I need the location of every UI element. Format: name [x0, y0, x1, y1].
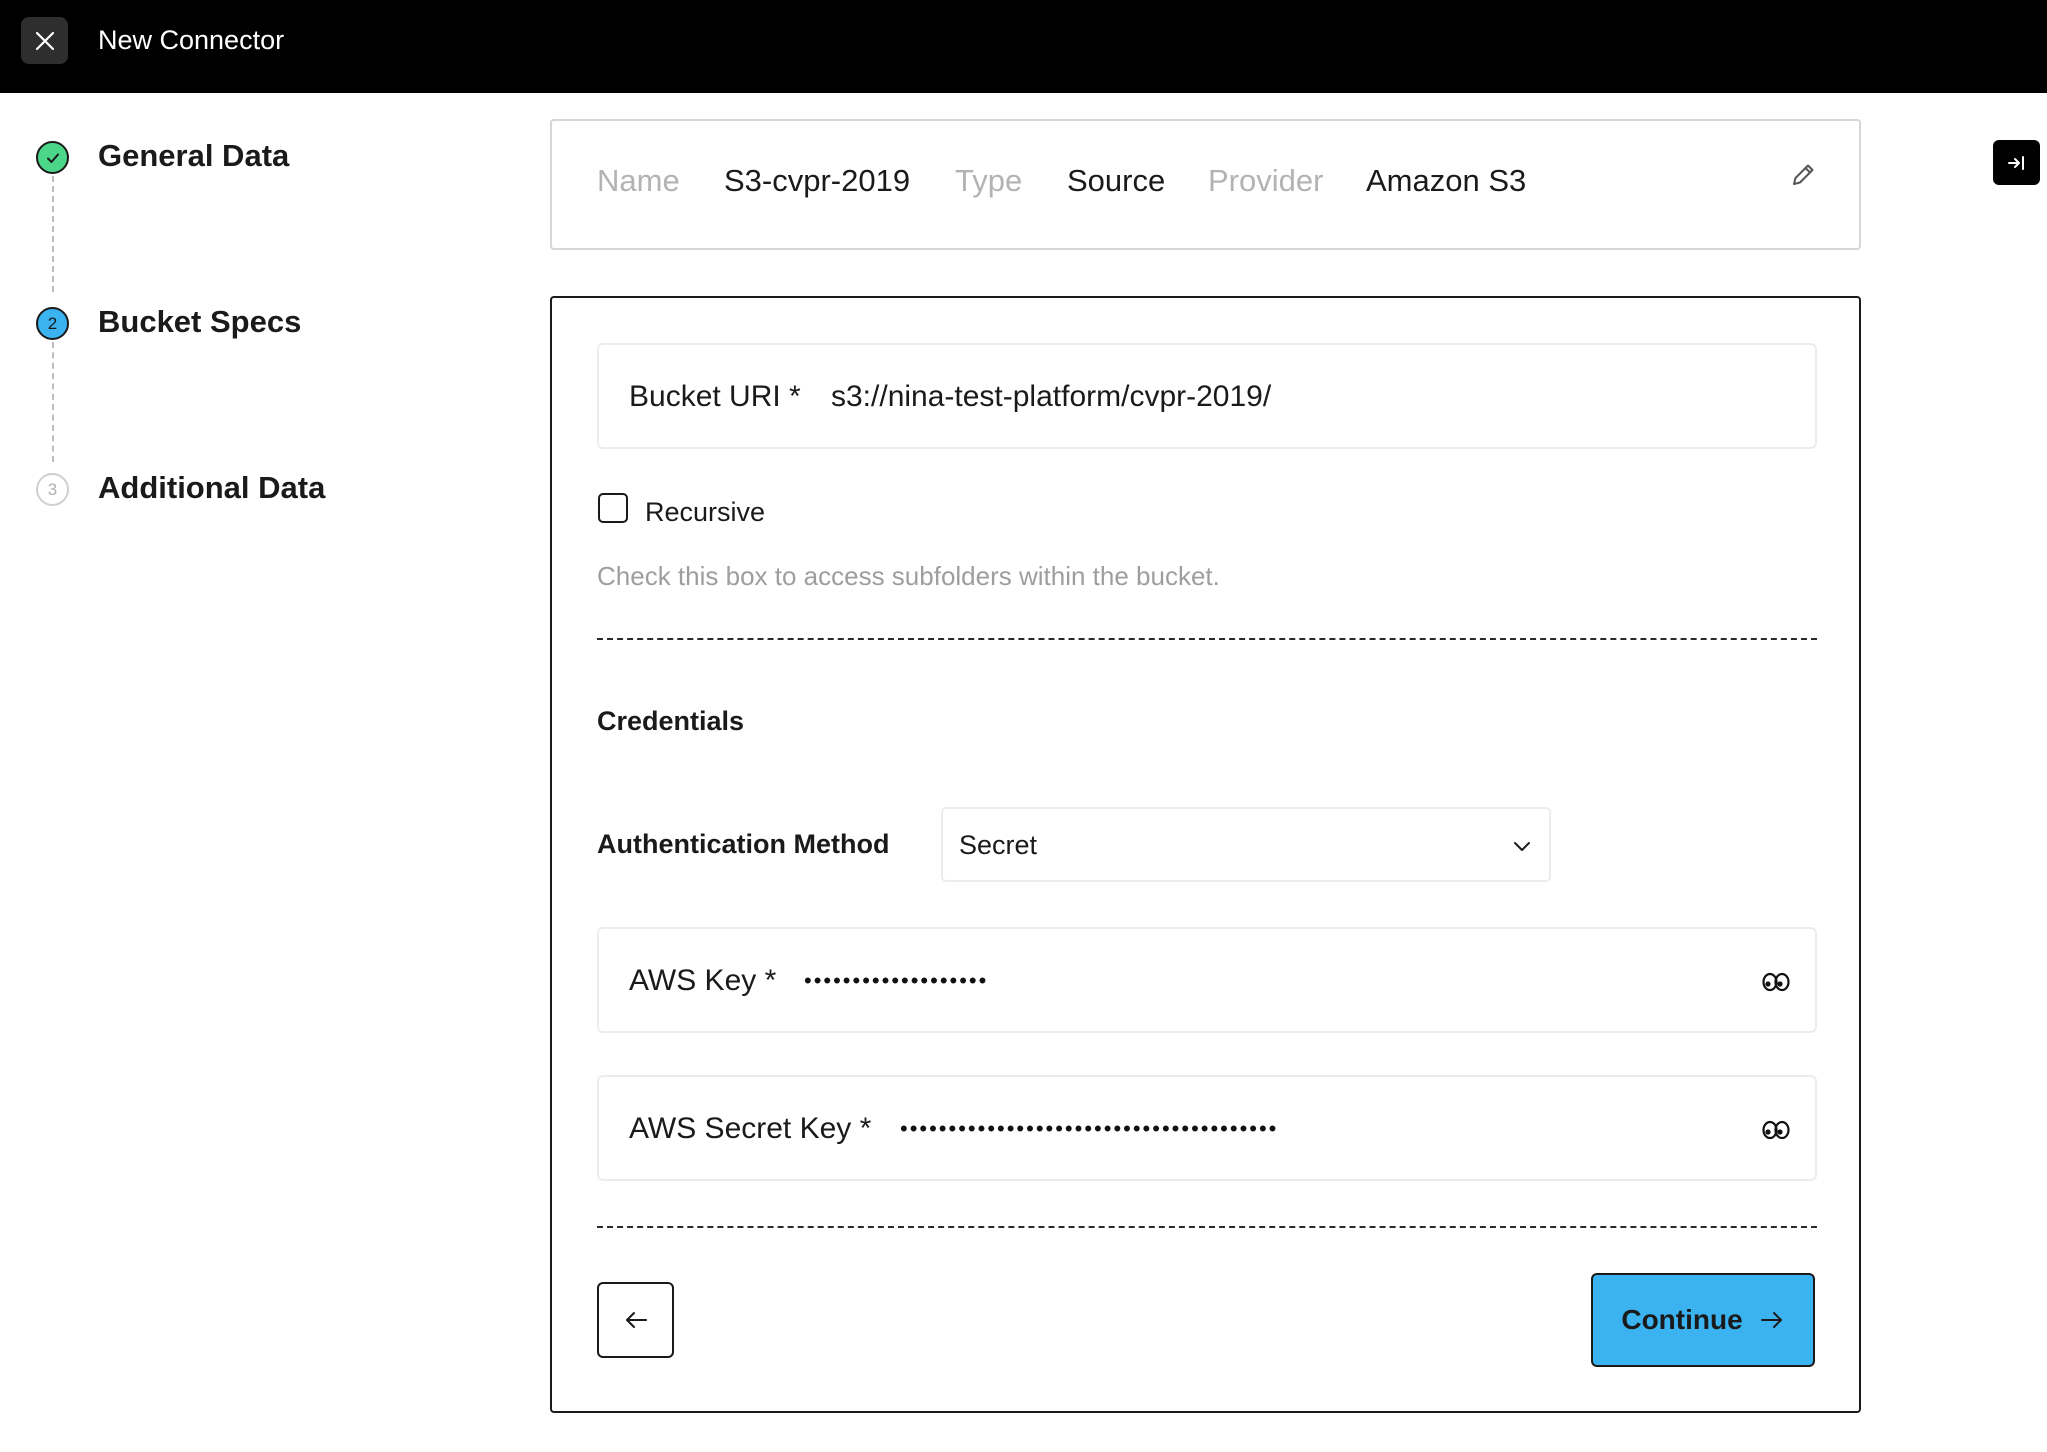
continue-button[interactable]: Continue: [1591, 1273, 1815, 1367]
step-bucket-specs[interactable]: 2 Bucket Specs: [36, 304, 301, 340]
collapse-right-icon: [2007, 155, 2024, 170]
collapse-panel-button[interactable]: [1993, 140, 2040, 185]
aws-key-field[interactable]: AWS Key * •••••••••••••••••••: [597, 927, 1817, 1033]
provider-key: Provider: [1208, 163, 1324, 198]
bucket-uri-label: Bucket URI *: [629, 380, 801, 413]
step-additional-data[interactable]: 3 Additional Data: [36, 470, 325, 506]
step-number-badge: 2: [36, 307, 69, 340]
section-divider: [597, 638, 1817, 640]
auth-method-value: Secret: [959, 830, 1038, 860]
close-icon: [35, 31, 54, 50]
aws-key-label: AWS Key *: [629, 964, 777, 997]
pencil-icon: [1793, 164, 1814, 185]
chevron-down-icon: [1509, 833, 1535, 859]
continue-label: Continue: [1621, 1304, 1743, 1335]
step-label: Bucket Specs: [98, 304, 302, 339]
recursive-checkbox[interactable]: [598, 493, 628, 523]
auth-method-label: Authentication Method: [597, 829, 890, 859]
arrow-right-icon: [1760, 1312, 1782, 1328]
step-number-badge: 3: [36, 473, 69, 506]
show-password-button[interactable]: [1759, 1113, 1793, 1147]
edit-button[interactable]: [1784, 156, 1822, 194]
bucket-uri-value[interactable]: s3://nina-test-platform/cvpr-2019/: [831, 377, 1271, 417]
top-bar: New Connector: [0, 0, 2047, 93]
type-key: Type: [955, 163, 1023, 198]
stepper-connector: [52, 176, 54, 292]
name-value: S3-cvpr-2019: [724, 163, 911, 198]
aws-secret-key-field[interactable]: AWS Secret Key * •••••••••••••••••••••••…: [597, 1075, 1817, 1181]
credentials-heading: Credentials: [597, 706, 745, 736]
recursive-help-text: Check this box to access subfolders with…: [597, 561, 1220, 591]
step-label: Additional Data: [98, 470, 326, 505]
aws-key-masked-value[interactable]: •••••••••••••••••••: [804, 961, 988, 1001]
arrow-left-icon: [625, 1312, 647, 1328]
auth-method-select[interactable]: Secret: [941, 807, 1551, 882]
section-divider: [597, 1226, 1817, 1228]
aws-secret-key-label: AWS Secret Key *: [629, 1112, 872, 1145]
check-icon: [36, 141, 69, 174]
bucket-uri-field[interactable]: Bucket URI * s3://nina-test-platform/cvp…: [597, 343, 1817, 449]
bucket-specs-form: Bucket URI * s3://nina-test-platform/cvp…: [550, 296, 1861, 1413]
back-button[interactable]: [597, 1282, 674, 1358]
recursive-label[interactable]: Recursive: [645, 494, 765, 530]
type-value: Source: [1067, 163, 1166, 198]
step-label: General Data: [98, 138, 290, 173]
eye-icon: [1762, 972, 1790, 992]
page-title: New Connector: [98, 25, 285, 55]
provider-value: Amazon S3: [1366, 163, 1527, 198]
stepper-connector: [52, 342, 54, 462]
aws-secret-key-masked-value[interactable]: •••••••••••••••••••••••••••••••••••••••: [900, 1109, 1278, 1149]
step-general-data[interactable]: General Data: [36, 138, 289, 174]
show-password-button[interactable]: [1759, 965, 1793, 999]
name-key: Name: [597, 163, 680, 198]
close-button[interactable]: [21, 17, 68, 64]
eye-icon: [1762, 1120, 1790, 1140]
general-data-summary: Name S3-cvpr-2019 Type Source Provider A…: [550, 119, 1861, 250]
